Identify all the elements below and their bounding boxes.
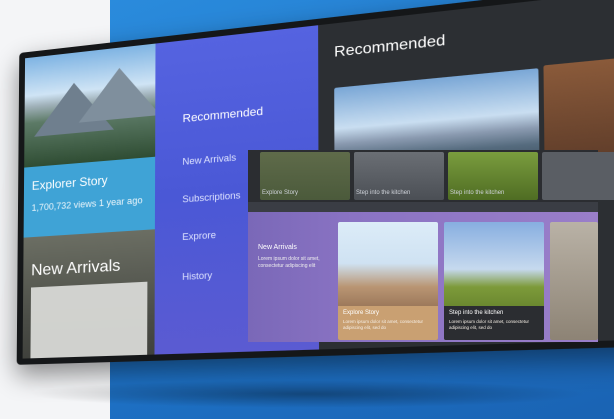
card-footer: Step into the kitchen Lorem ipsum dolor … — [444, 306, 544, 340]
hero-image — [24, 43, 161, 168]
overlay-top-row: Explore Story Step into the kitchen Step… — [248, 150, 614, 202]
overlay-screen: Explore Story Step into the kitchen Step… — [248, 150, 614, 342]
tv-shadow — [28, 380, 588, 408]
nav-item-subscriptions[interactable]: Subscriptions — [182, 190, 240, 205]
hero-title: Explorer Story — [31, 172, 108, 193]
nav-item-history[interactable]: History — [182, 270, 212, 282]
card-description: Lorem ipsum dolor sit amet, consectetur … — [343, 319, 424, 330]
overlay-thumb[interactable] — [542, 152, 614, 200]
card-description: Lorem ipsum dolor sit amet, consectetur … — [449, 319, 530, 330]
video-card[interactable]: Step into the kitchen Lorem ipsum dolor … — [444, 222, 544, 340]
thumb-caption: Step into the kitchen — [356, 190, 411, 196]
card-footer: Explore Story Lorem ipsum dolor sit amet… — [338, 306, 438, 340]
video-card[interactable] — [550, 222, 598, 340]
nav-item-recommended[interactable]: Recommended — [183, 105, 264, 125]
nav-item-explore[interactable]: Exprore — [182, 230, 216, 243]
hero-bottom-card[interactable] — [30, 281, 148, 359]
card-title: Step into the kitchen — [449, 310, 504, 316]
band-description: Lorem ipsum dolor sit amet, consectetur … — [258, 256, 320, 269]
nav-item-new-arrivals[interactable]: New Arrivals — [182, 152, 236, 167]
mountain-shape — [78, 63, 161, 123]
hero-meta: 1,700,732 views 1 year ago — [31, 194, 143, 214]
card-title: Explore Story — [343, 310, 380, 316]
content-title: Recommended — [334, 30, 446, 60]
band-title: New Arrivals — [258, 244, 297, 251]
thumb-caption: Step into the kitchen — [450, 190, 505, 196]
thumb-caption: Explore Story — [262, 190, 299, 196]
video-card[interactable]: Explore Story Lorem ipsum dolor sit amet… — [338, 222, 438, 340]
hero-panel: Explorer Story 1,700,732 views 1 year ag… — [22, 43, 161, 359]
hero-card[interactable]: Explorer Story 1,700,732 views 1 year ag… — [23, 156, 156, 238]
